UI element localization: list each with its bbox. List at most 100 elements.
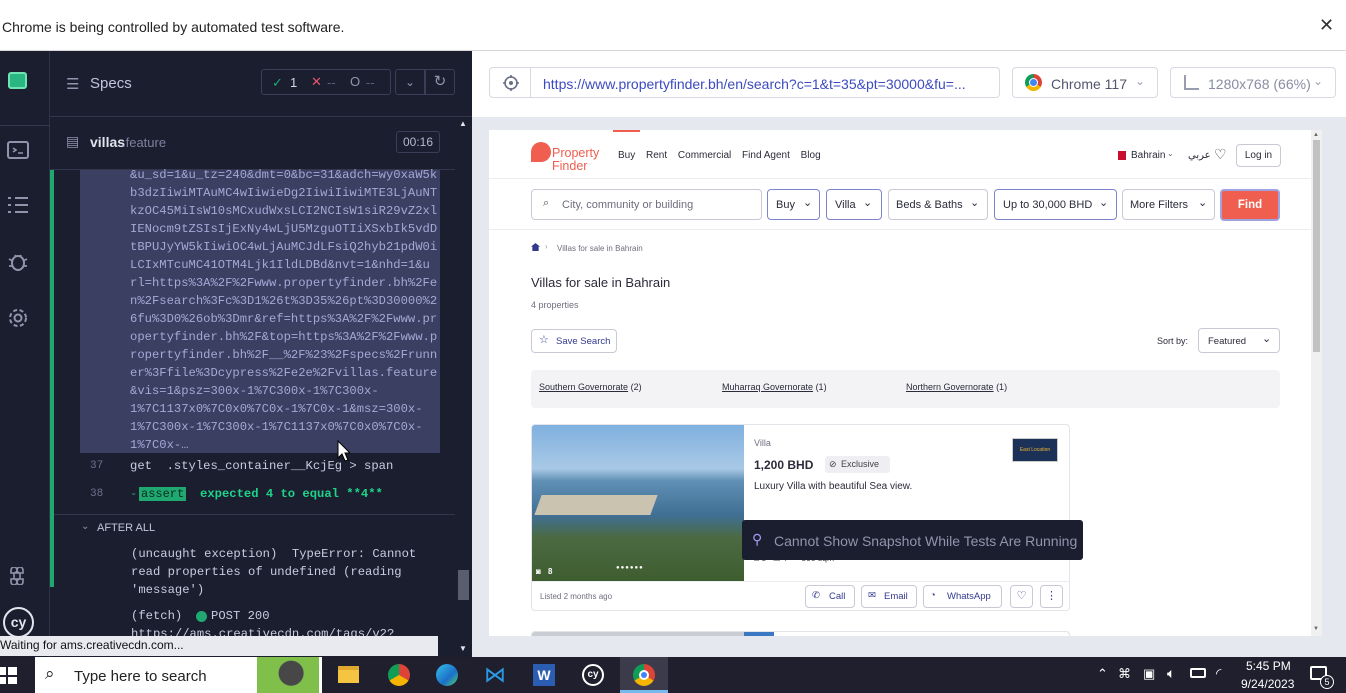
chrome-icon [633, 664, 655, 686]
cypress-app-icon[interactable] [8, 72, 27, 89]
favorite-heart-icon[interactable]: ♡ [1010, 585, 1033, 608]
nav-rent[interactable]: Rent [646, 150, 667, 161]
location-search-input[interactable]: ⌕ City, community or building [531, 189, 762, 220]
assert-badge: assert [139, 487, 187, 501]
beds-baths-filter[interactable]: Beds & Baths ⌄ [888, 189, 988, 220]
clock-date[interactable]: 9/24/2023 [1241, 677, 1294, 691]
region-link[interactable]: Northern Governorate (1) [906, 382, 1007, 392]
listing-card[interactable]: ◙ 8 ●●●●●● Villa 1,200 BHD ⊘ Exclusive Lu… [531, 424, 1070, 611]
specs-title[interactable]: Specs [90, 75, 132, 92]
cypress-app-icon[interactable]: cy [582, 664, 604, 686]
rerun-icon[interactable]: ↻ [425, 69, 455, 95]
clock-time[interactable]: 5:45 PM [1246, 659, 1291, 673]
fetch-prefix: (fetch) [131, 609, 183, 623]
close-icon[interactable]: ✕ [1319, 15, 1334, 36]
tray-chevron-icon[interactable]: ⌃ [1097, 666, 1108, 682]
login-button[interactable]: Log in [1236, 144, 1281, 167]
reporter-scrollbar[interactable]: ▲ ▼ [455, 117, 472, 657]
aut-url-field[interactable]: https://www.propertyfinder.bh/en/search?… [530, 67, 1000, 98]
taskbar-search-box[interactable]: ⌕ Type here to search [35, 657, 322, 693]
call-label: Call [829, 591, 846, 602]
after-all-hook[interactable]: AFTER ALL [97, 522, 155, 534]
chrome-active-app[interactable] [620, 657, 668, 693]
language-toggle[interactable]: عربي [1188, 150, 1211, 161]
sort-value: Featured [1208, 336, 1247, 347]
pending-spinner-icon: O [350, 74, 361, 89]
failed-x-icon: ✕ [311, 74, 322, 89]
listing-title[interactable]: Luxury Villa with beautiful Sea view. [754, 481, 912, 492]
call-button[interactable]: ✆ Call [805, 585, 855, 608]
runs-icon[interactable] [7, 140, 29, 160]
purpose-filter[interactable]: Buy ⌄ [767, 189, 820, 220]
listing-photo[interactable]: ◙ 8 ●●●●●● [532, 425, 744, 581]
vscode-icon[interactable]: ⋈ [484, 663, 506, 687]
favorites-heart-icon[interactable]: ♡ [1214, 146, 1227, 163]
nav-commercial[interactable]: Commercial [678, 150, 731, 161]
pending-count: -- [366, 75, 375, 90]
result-count: 4 properties [531, 300, 579, 310]
flag-icon [1118, 151, 1126, 160]
file-explorer-icon[interactable] [338, 666, 359, 683]
volume-icon[interactable]: 🔈︎ [1167, 665, 1175, 682]
region-count: (2) [630, 382, 642, 392]
debug-bug-icon[interactable] [7, 251, 29, 273]
property-type-filter[interactable]: Villa ⌄ [826, 189, 882, 220]
save-search-button[interactable]: ☆ Save Search [531, 329, 617, 353]
listing-card[interactable] [531, 631, 1070, 636]
country-selector[interactable]: Bahrain [1131, 150, 1165, 161]
get-command[interactable]: get .styles_container__KcjEg > span [130, 459, 393, 473]
site-logo[interactable]: Property Finder [531, 142, 611, 174]
region-link[interactable]: Southern Governorate (2) [539, 382, 642, 392]
edge-icon[interactable] [436, 664, 458, 686]
uncaught-exception-log[interactable]: (uncaught exception) TypeError: Cannot r… [131, 545, 416, 599]
notification-count: 5 [1320, 675, 1334, 689]
aut-header: https://www.propertyfinder.bh/en/search?… [472, 51, 1346, 117]
keyboard-shortcuts-icon[interactable] [8, 567, 26, 585]
settings-gear-icon[interactable] [7, 307, 29, 329]
wifi-icon[interactable]: ◜ [1216, 665, 1221, 682]
property-type-label: Villa [835, 199, 856, 211]
find-button[interactable]: Find [1220, 189, 1280, 221]
windows-start-icon[interactable] [0, 667, 17, 684]
passed-count: 1 [290, 75, 298, 90]
taskbar-search-placeholder: Type here to search [74, 668, 207, 685]
home-icon[interactable] [531, 243, 540, 251]
sort-label: Sort by: [1157, 336, 1189, 346]
nav-buy[interactable]: Buy [618, 150, 635, 161]
meet-now-icon[interactable]: ▣ [1143, 666, 1155, 682]
whatsapp-button[interactable]: ◔ WhatsApp [923, 585, 1002, 608]
listed-date: Listed 2 months ago [540, 592, 613, 601]
selector-playground-button[interactable] [489, 67, 531, 98]
browser-selector[interactable]: Chrome 117 ⌄ [1012, 67, 1158, 98]
command-log-selected-entry[interactable]: &u_sd=1&u_tz=240&dmt=0&bc=31&adch=wy0xaW… [80, 168, 440, 453]
chevron-down-icon: ⌄ [970, 197, 980, 209]
tray-app-icon[interactable]: ⌘ [1118, 666, 1131, 682]
breadcrumb-sep: › [545, 242, 548, 251]
more-filters-button[interactable]: More Filters ⌄ [1122, 189, 1215, 220]
chevron-down-icon[interactable]: ⌄ [81, 521, 89, 532]
breadcrumb[interactable]: Villas for sale in Bahrain [557, 244, 643, 253]
assert-command[interactable]: expected 4 to equal **4** [200, 487, 383, 501]
sort-select[interactable]: Featured ⌄ [1198, 328, 1280, 353]
viewport-info[interactable]: 1280x768 (66%) ⌄ [1170, 67, 1336, 98]
word-icon[interactable]: W [533, 664, 555, 686]
price-filter[interactable]: Up to 30,000 BHD ⌄ [994, 189, 1117, 220]
carousel-dots[interactable]: ●●●●●● [616, 565, 644, 571]
email-button[interactable]: ✉ Email [861, 585, 917, 608]
specs-list-icon[interactable] [7, 195, 29, 215]
listing-price: 1,200 BHD [754, 458, 814, 472]
nav-blog[interactable]: Blog [801, 150, 821, 161]
chevron-down-icon[interactable]: ⌄ [395, 69, 425, 95]
logo-text-line2: Finder [552, 159, 588, 173]
region-link[interactable]: Muharraq Governorate (1) [722, 382, 827, 392]
failed-count: -- [327, 75, 336, 90]
find-label: Find [1237, 199, 1263, 211]
more-options-icon[interactable]: ⋮ [1040, 585, 1063, 608]
specs-toggle-icon[interactable]: ☰ [66, 75, 79, 93]
speaker-icon[interactable] [1190, 668, 1206, 678]
agency-logo[interactable]: East Location [1012, 438, 1058, 462]
site-scrollbar[interactable]: ▲ ▼ [1311, 130, 1322, 636]
cypress-sidebar: cy [0, 51, 50, 657]
nav-find-agent[interactable]: Find Agent [742, 150, 790, 161]
chrome-canary-icon[interactable] [388, 664, 410, 686]
